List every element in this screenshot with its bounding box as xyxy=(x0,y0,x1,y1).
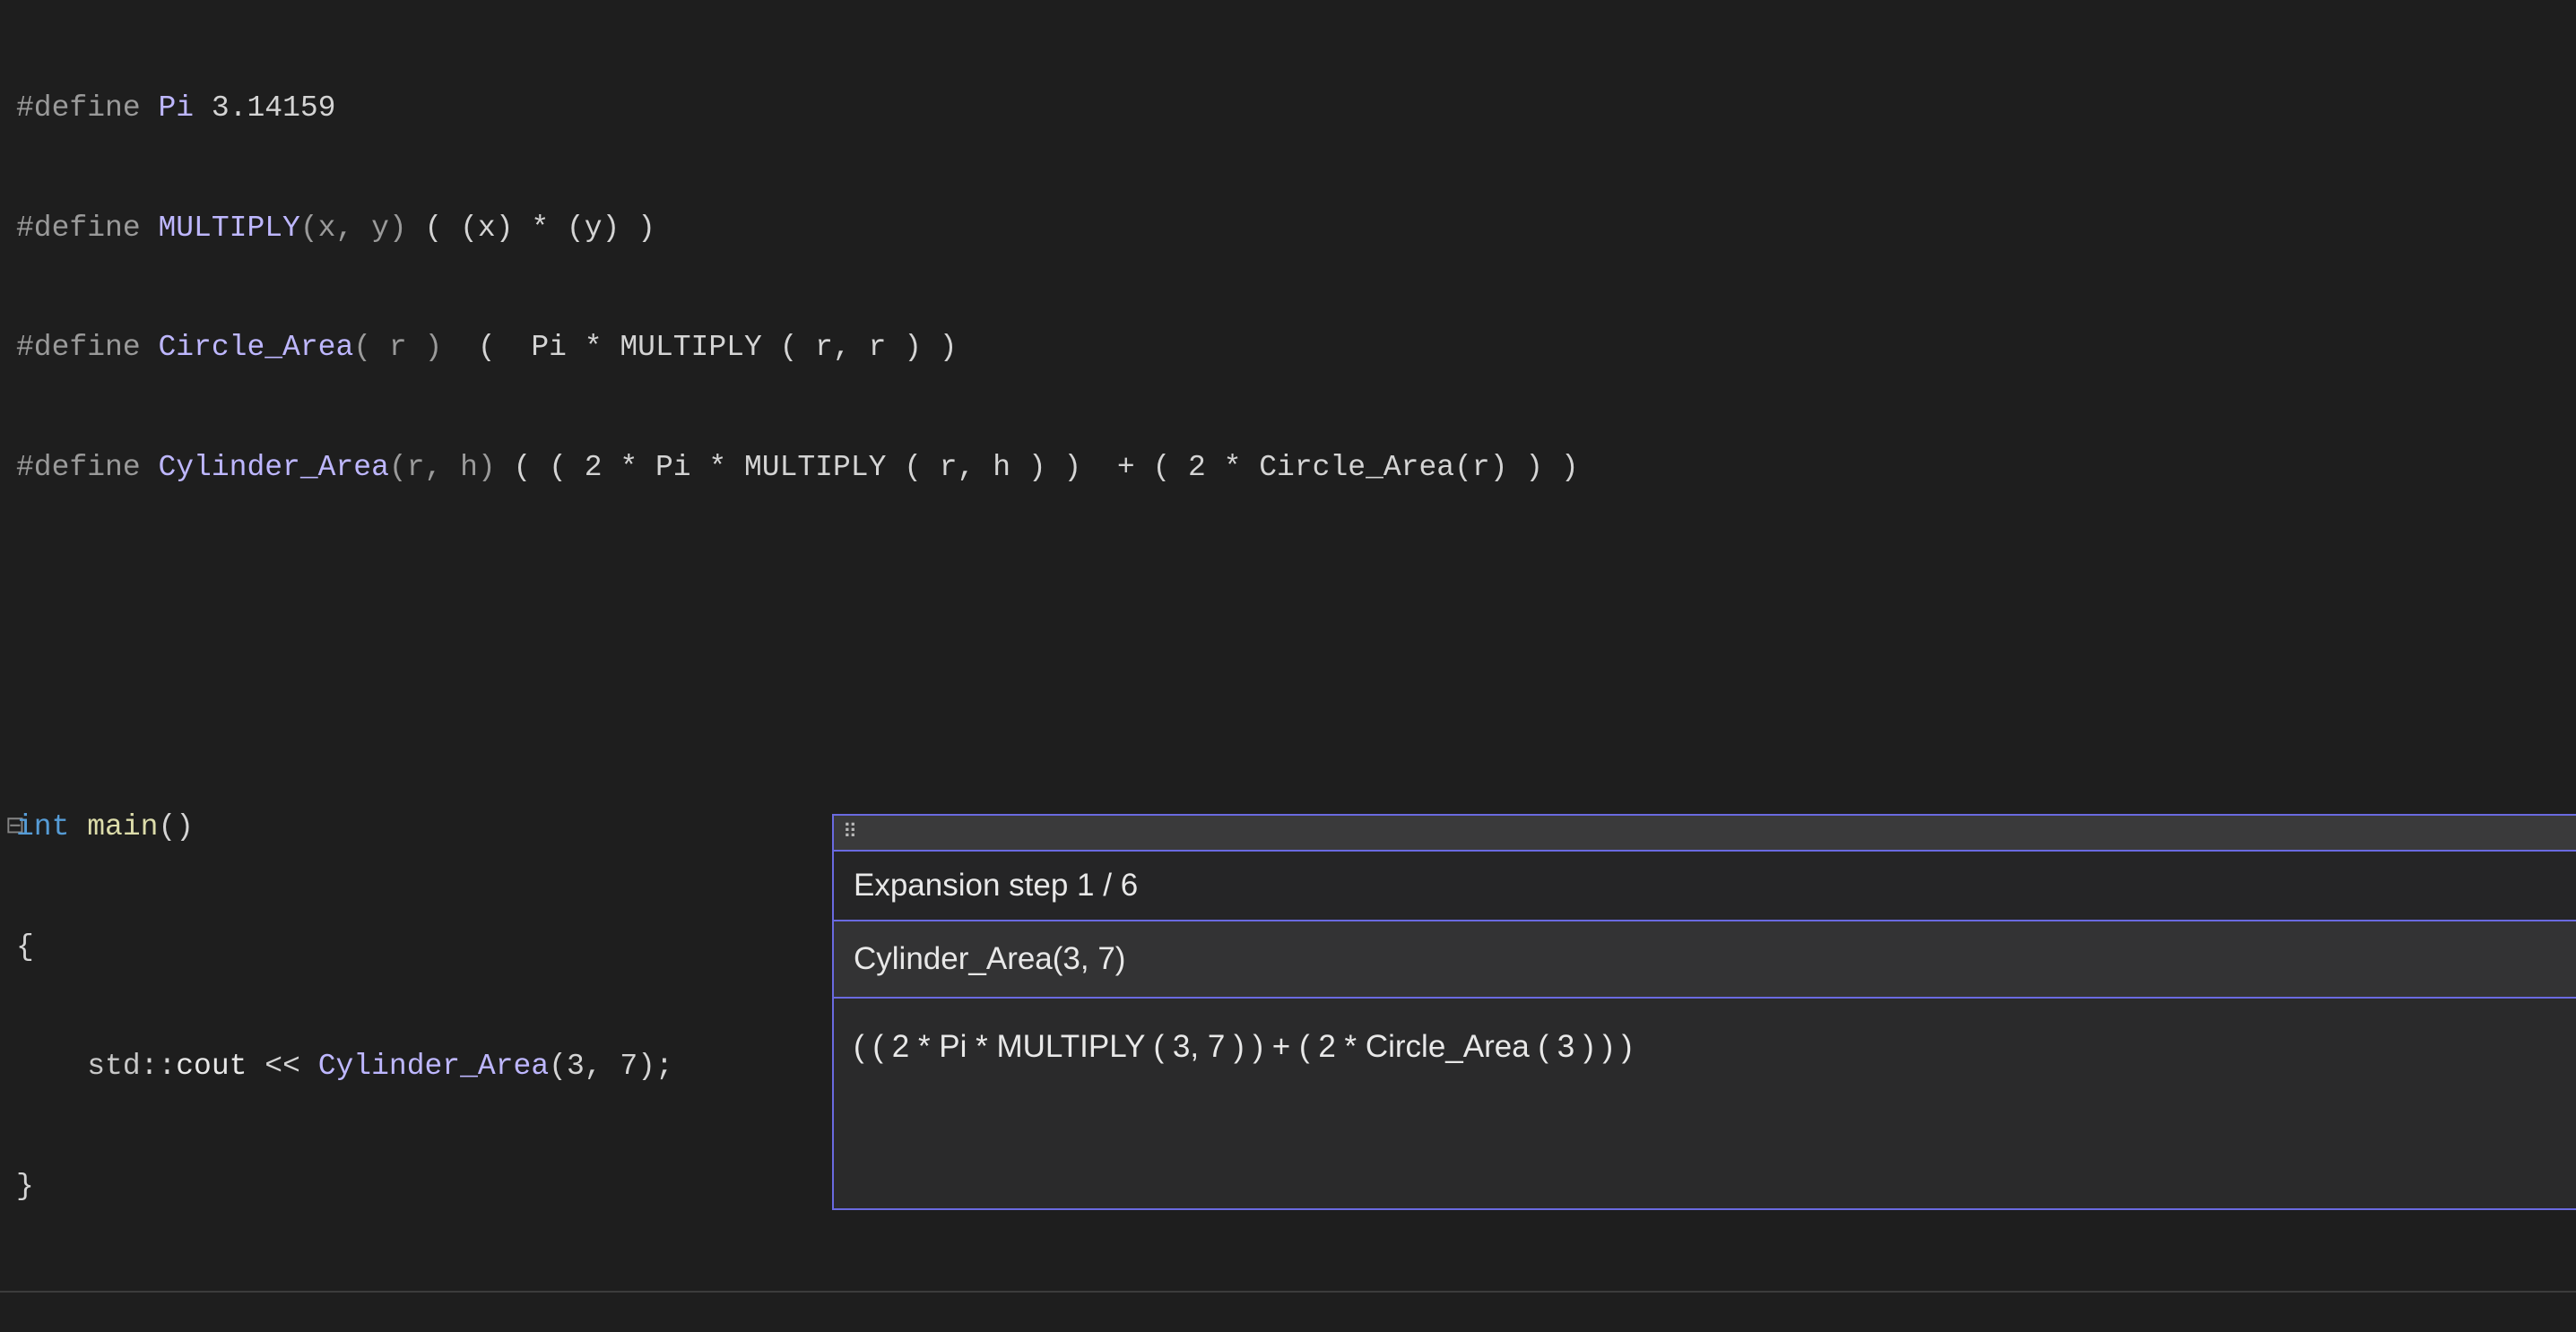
editor-separator xyxy=(0,1291,2576,1293)
macro-body: ( (x) * (y) ) xyxy=(407,212,655,245)
popup-expansion: ( ( 2 * Pi * MULTIPLY ( 3, 7 ) ) + ( 2 *… xyxy=(834,999,2576,1208)
preproc-directive: #define xyxy=(16,91,158,125)
macro-args: (r, h) xyxy=(389,451,496,484)
std-namespace: std xyxy=(87,1050,140,1083)
macro-expansion-popup: ⠿ Expansion step 1 / 6 Cylinder_Area(3, … xyxy=(832,814,2576,1210)
macro-call: Cylinder_Area xyxy=(318,1050,549,1083)
code-line-4: #define Cylinder_Area(r, h) ( ( 2 * Pi *… xyxy=(0,448,2576,489)
macro-value: 3.14159 xyxy=(194,91,335,125)
preproc-directive: #define xyxy=(16,451,158,484)
code-line-2: #define MULTIPLY(x, y) ( (x) * (y) ) xyxy=(0,209,2576,249)
semicolon: ; xyxy=(655,1050,673,1083)
cout: cout xyxy=(176,1050,247,1083)
macro-body: ( ( 2 * Pi * MULTIPLY ( r, h ) ) + ( 2 *… xyxy=(496,451,1579,484)
function-main: main xyxy=(87,810,158,843)
macro-name: Cylinder_Area xyxy=(158,451,388,484)
macro-call-args: (3, 7) xyxy=(549,1050,655,1083)
code-line-1: #define Pi 3.14159 xyxy=(0,89,2576,129)
macro-name: MULTIPLY xyxy=(158,212,299,245)
macro-name: Circle_Area xyxy=(158,331,353,364)
expansion-text: ( ( 2 * Pi * MULTIPLY ( 3, 7 ) ) + ( 2 *… xyxy=(854,1029,1632,1064)
popup-macro-call: Cylinder_Area(3, 7) xyxy=(834,921,2576,999)
collapse-icon[interactable]: ⊟ xyxy=(5,811,16,843)
parens: () xyxy=(158,810,194,843)
keyword-int: int xyxy=(16,810,87,843)
popup-titlebar[interactable]: ⠿ xyxy=(834,814,2576,850)
macro-args: ( r ) xyxy=(353,331,442,364)
preproc-directive: #define xyxy=(16,212,158,245)
code-line-blank xyxy=(0,568,2576,609)
macro-body: ( Pi * MULTIPLY ( r, r ) ) xyxy=(442,331,957,364)
popup-header: Expansion step 1 / 6 xyxy=(834,850,2576,921)
code-line-blank xyxy=(0,688,2576,728)
macro-args: (x, y) xyxy=(300,212,407,245)
scope-op: :: xyxy=(141,1050,177,1083)
preproc-directive: #define xyxy=(16,331,158,364)
macro-call-text: Cylinder_Area(3, 7) xyxy=(854,941,1125,976)
stream-op: << xyxy=(247,1050,317,1083)
expansion-step-label: Expansion step 1 / 6 xyxy=(854,868,1138,904)
code-line-3: #define Circle_Area( r ) ( Pi * MULTIPLY… xyxy=(0,328,2576,368)
grip-icon[interactable]: ⠿ xyxy=(843,821,855,844)
open-brace: { xyxy=(16,930,34,964)
macro-name: Pi xyxy=(158,91,194,125)
close-brace: } xyxy=(16,1170,34,1203)
